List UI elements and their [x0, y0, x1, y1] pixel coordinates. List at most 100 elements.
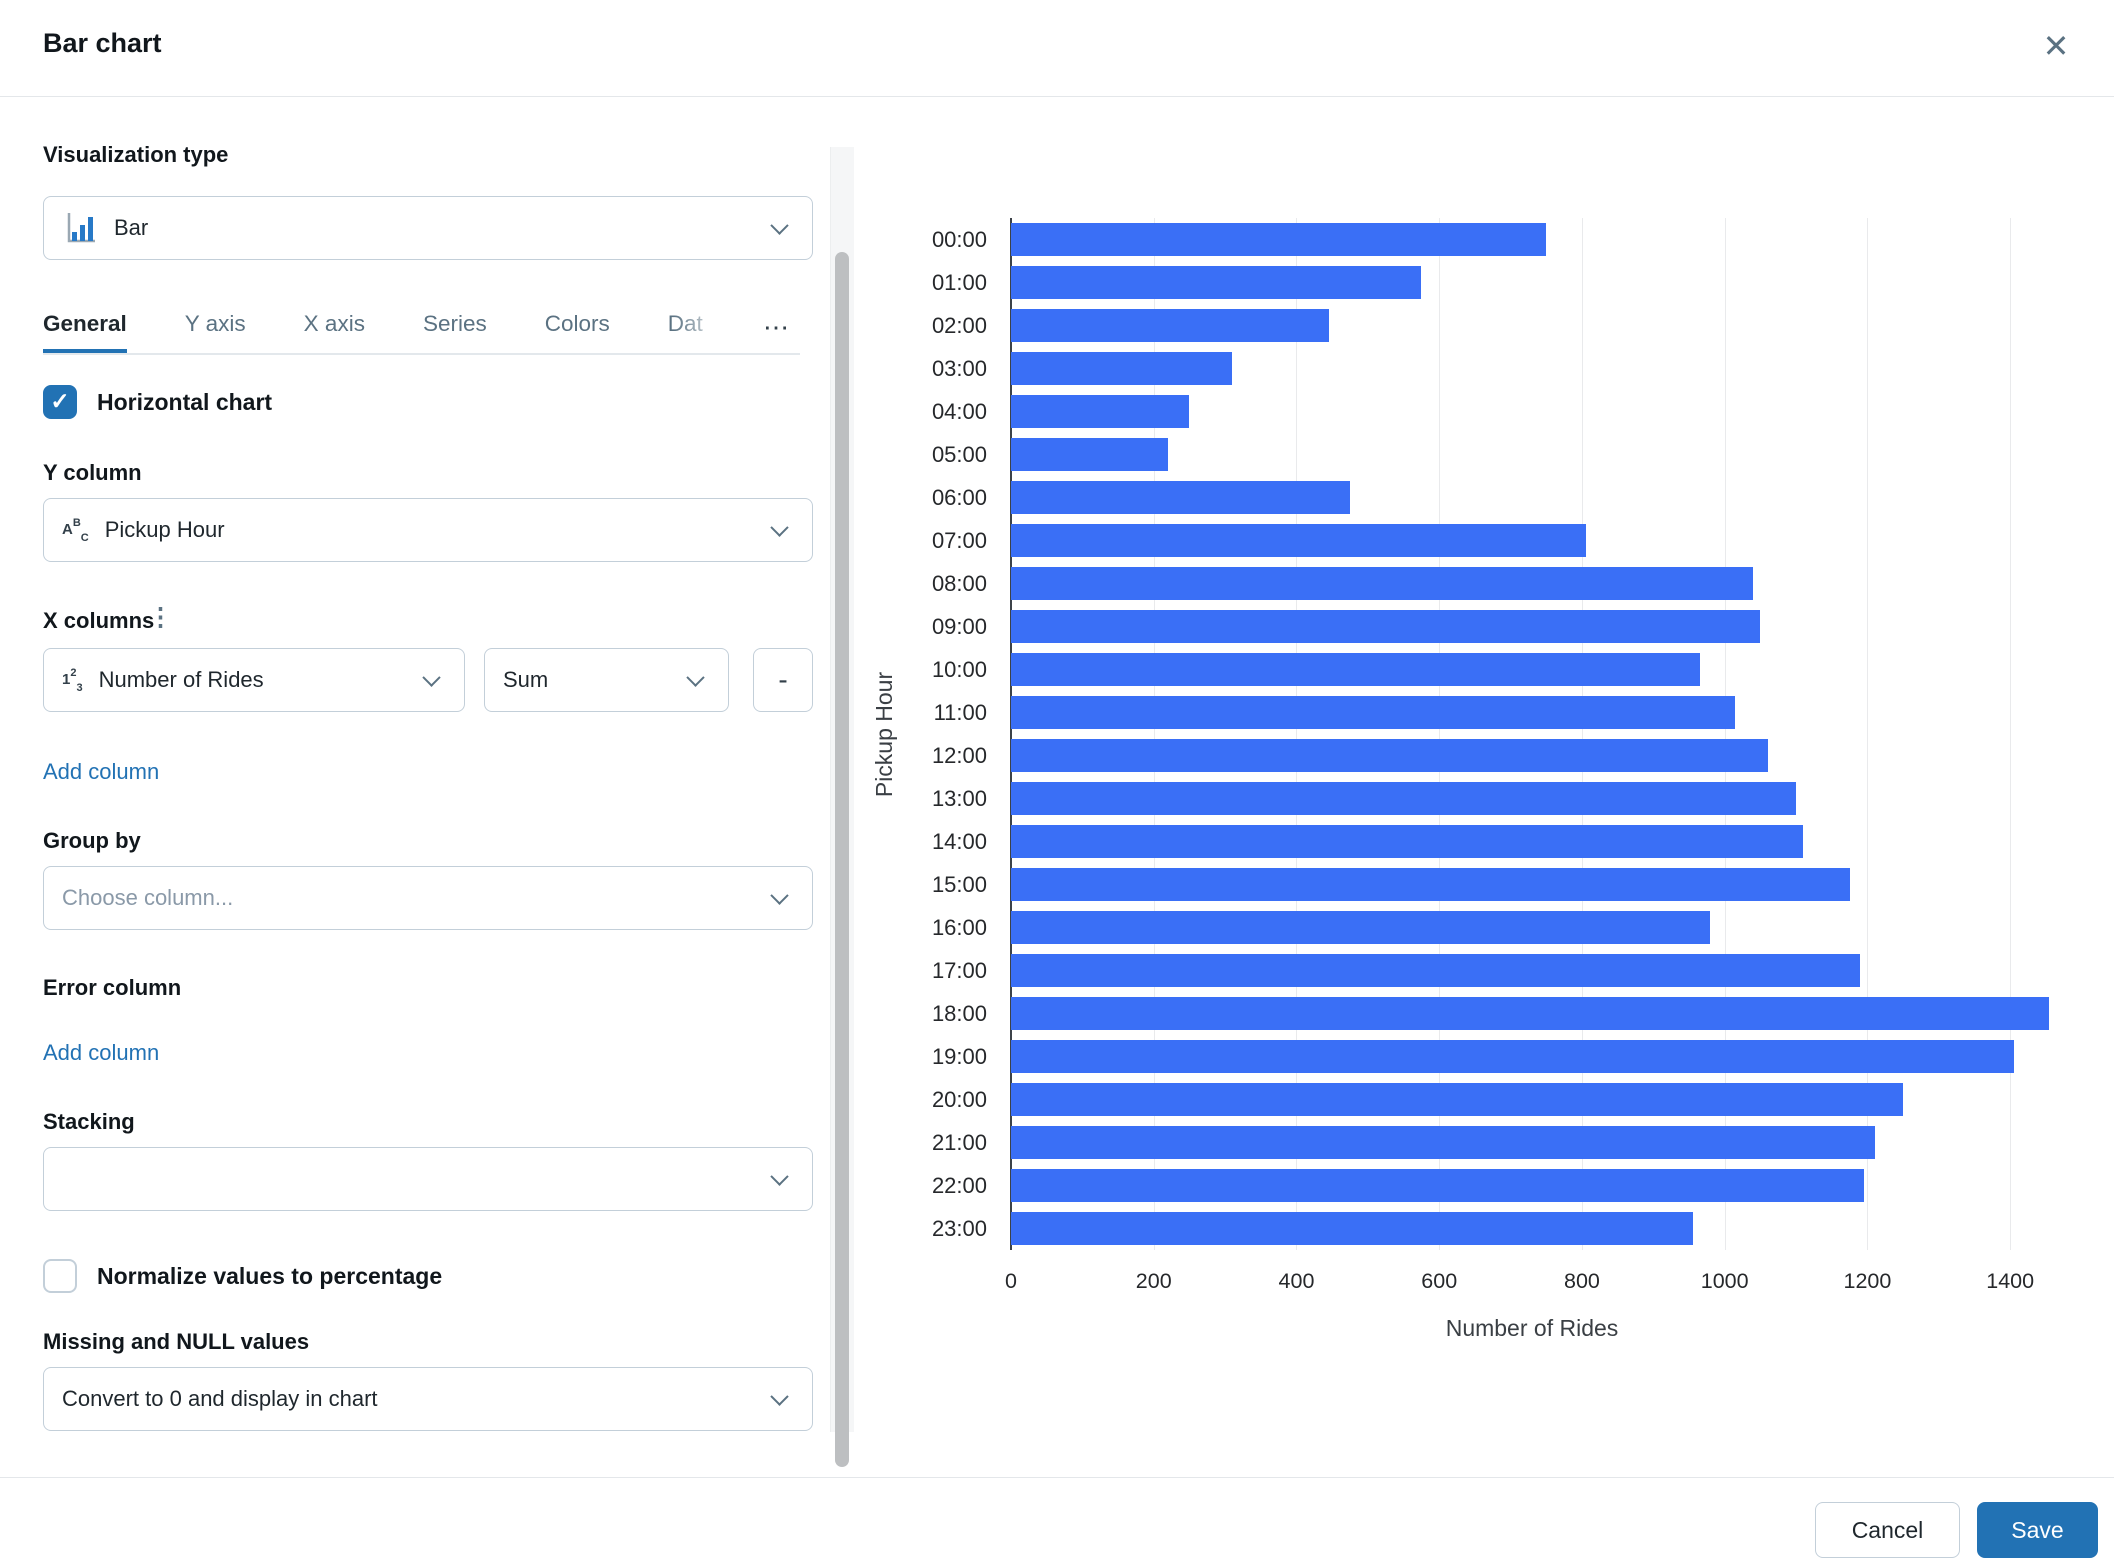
aggregation-value: Sum	[503, 667, 549, 692]
stacking-select[interactable]	[43, 1147, 813, 1211]
bar-row	[1011, 1035, 2053, 1078]
x-axis-title: Number of Rides	[1445, 1315, 1619, 1341]
x-tick-label: 0	[1005, 1269, 1017, 1293]
dialog-title: Bar chart	[43, 28, 162, 58]
chevron-down-icon	[770, 1386, 789, 1406]
save-button[interactable]: Save	[1977, 1502, 2098, 1558]
missing-null-select[interactable]: Convert to 0 and display in chart	[43, 1367, 813, 1431]
y-tick-label: 21:00	[931, 1130, 987, 1155]
chevron-down-icon	[422, 667, 441, 687]
bar-row	[1011, 691, 2053, 734]
bar-row	[1011, 605, 2053, 648]
bar-row	[1011, 433, 2053, 476]
tab-list: General Y axis X axis Series Colors Dat	[43, 305, 743, 353]
bar-row	[1011, 820, 2053, 863]
bar-row	[1011, 519, 2053, 562]
bar-row	[1011, 218, 2053, 261]
missing-null-label: Missing and NULL values	[43, 1329, 310, 1354]
tab-x-axis[interactable]: X axis	[304, 305, 365, 353]
add-x-column-link[interactable]: Add column	[43, 759, 159, 785]
y-tick-label: 23:00	[931, 1216, 987, 1241]
y-tick-label: 16:00	[931, 915, 987, 940]
y-tick-label: 11:00	[933, 700, 987, 725]
visualization-type-label: Visualization type	[43, 142, 229, 167]
chevron-down-icon	[770, 215, 789, 235]
tab-y-axis[interactable]: Y axis	[185, 305, 246, 353]
bar-15:00	[1011, 868, 1850, 901]
panel-scrollbar-track[interactable]	[830, 147, 854, 1467]
normalize-row: ✓ Normalize values to percentage	[43, 1259, 442, 1293]
x-tick-label: 200	[1135, 1269, 1172, 1293]
bar-row	[1011, 949, 2053, 992]
bar-row	[1011, 261, 2053, 304]
dialog-header: Bar chart ✕	[0, 0, 2114, 97]
x-tick-label: 400	[1278, 1269, 1315, 1293]
cancel-button[interactable]: Cancel	[1815, 1502, 1960, 1558]
bar-21:00	[1011, 1126, 1875, 1159]
y-tick-label: 18:00	[931, 1001, 987, 1026]
y-tick-label: 03:00	[931, 356, 987, 381]
bar-row	[1011, 777, 2053, 820]
missing-null-value: Convert to 0 and display in chart	[62, 1386, 378, 1411]
bar-row	[1011, 1164, 2053, 1207]
y-tick-labels: 00:00 01:00 02:00 03:00 04:00 05:00 06:00 07:00…	[874, 218, 999, 1250]
y-tick-label: 01:00	[931, 270, 987, 295]
visualization-type-select[interactable]: Bar	[43, 196, 813, 260]
group-by-label: Group by	[43, 828, 141, 853]
bar-09:00	[1011, 610, 1761, 643]
chevron-down-icon	[770, 517, 789, 537]
panel-scrollbar-thumb[interactable]	[835, 252, 849, 1467]
bar-16:00	[1011, 911, 1711, 944]
y-tick-label: 19:00	[931, 1044, 987, 1069]
tabs-overflow-button[interactable]: ⋯	[754, 307, 800, 347]
bar-row	[1011, 734, 2053, 777]
remove-column-button[interactable]: -	[753, 648, 813, 712]
tabs-bar: General Y axis X axis Series Colors Dat ⋯	[43, 305, 800, 355]
horizontal-chart-row: ✓ Horizontal chart	[43, 385, 272, 419]
stacking-label: Stacking	[43, 1109, 135, 1134]
bar-row	[1011, 476, 2053, 519]
bar-03:00	[1011, 352, 1233, 385]
bar-chart-icon	[67, 213, 95, 243]
bar-row	[1011, 1078, 2053, 1121]
bar-14:00	[1011, 825, 1804, 858]
x-columns-label: X columns	[43, 608, 155, 633]
y-column-value: Pickup Hour	[104, 517, 225, 542]
bar-18:00	[1011, 997, 2050, 1030]
check-icon: ✓	[50, 387, 70, 414]
x-tick-label: 800	[1564, 1269, 1600, 1293]
x-columns-menu-icon[interactable]: ⋮	[148, 605, 173, 630]
y-column-select[interactable]: ABC Pickup Hour	[43, 498, 813, 562]
normalize-checkbox[interactable]: ✓	[43, 1259, 77, 1293]
chart-preview: Pickup Hour 00:00 01:00 02:00 03:00 04:00 05:…	[854, 97, 2114, 1477]
y-tick-label: 20:00	[931, 1087, 987, 1112]
horizontal-chart-label: Horizontal chart	[97, 388, 273, 415]
x-column-select[interactable]: 123 Number of Rides	[43, 648, 465, 712]
horizontal-chart-checkbox[interactable]: ✓	[43, 385, 77, 419]
bar-row	[1011, 992, 2053, 1035]
tab-general[interactable]: General	[43, 305, 127, 353]
group-by-select[interactable]: Choose column...	[43, 866, 813, 930]
y-tick-label: 10:00	[931, 657, 987, 682]
chevron-down-icon	[770, 885, 789, 905]
bar-row	[1011, 1207, 2053, 1250]
bar-row	[1011, 304, 2053, 347]
y-tick-label: 00:00	[931, 227, 987, 252]
bar-11:00	[1011, 696, 1736, 729]
group-by-placeholder: Choose column...	[62, 885, 234, 910]
tab-dat[interactable]: Dat	[668, 305, 703, 353]
aggregation-select[interactable]: Sum	[484, 648, 729, 712]
tab-colors[interactable]: Colors	[545, 305, 610, 353]
bar-05:00	[1011, 438, 1168, 471]
bar-22:00	[1011, 1169, 1864, 1202]
y-column-label: Y column	[43, 460, 142, 485]
x-tick-label: 1200	[1843, 1269, 1892, 1293]
bar-row	[1011, 648, 2053, 691]
bar-row	[1011, 863, 2053, 906]
bar-10:00	[1011, 653, 1700, 686]
bar-row	[1011, 1121, 2053, 1164]
tab-series[interactable]: Series	[423, 305, 487, 353]
y-tick-label: 06:00	[931, 485, 987, 510]
close-icon[interactable]: ✕	[2034, 24, 2078, 68]
add-error-column-link[interactable]: Add column	[43, 1040, 159, 1066]
